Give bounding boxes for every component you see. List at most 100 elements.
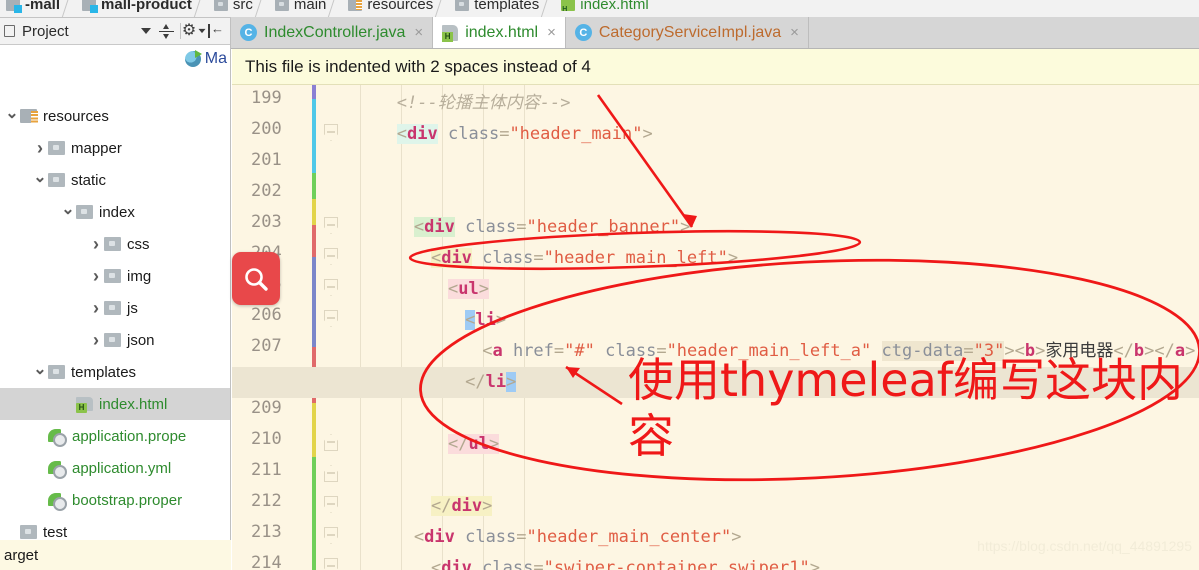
resources-folder-icon bbox=[20, 109, 38, 123]
tree-item-resources[interactable]: resources bbox=[0, 100, 230, 132]
tree-item-static[interactable]: static bbox=[0, 164, 230, 196]
code-line-210[interactable]: </ul> bbox=[448, 429, 500, 460]
folder-icon bbox=[455, 0, 470, 11]
breadcrumb-item-templates[interactable]: templates bbox=[451, 0, 543, 17]
tree-item-label: js bbox=[127, 299, 138, 317]
breadcrumb-label: mall-product bbox=[101, 0, 192, 13]
breadcrumb-separator bbox=[196, 0, 210, 17]
project-tree: resources mapper static index css img js json te… bbox=[0, 46, 230, 548]
project-toolbar: Project ⚙ bbox=[0, 18, 230, 45]
breadcrumb-separator bbox=[64, 0, 78, 17]
tree-item-application-yml[interactable]: application.yml bbox=[0, 452, 230, 484]
resources-folder-icon bbox=[348, 0, 363, 11]
project-panel: Project ⚙ Ma resourcesmapperstaticindexc… bbox=[0, 18, 231, 570]
indent-notification-bar[interactable]: This file is indented with 2 spaces inst… bbox=[232, 49, 1199, 85]
tree-item-label: templates bbox=[71, 363, 137, 381]
hide-panel-icon[interactable] bbox=[205, 21, 226, 42]
tree-item-img[interactable]: img bbox=[0, 260, 230, 292]
chevron-down-icon[interactable] bbox=[32, 170, 48, 190]
close-icon[interactable]: × bbox=[414, 25, 423, 40]
folder-icon bbox=[48, 173, 65, 187]
editor-tab-bar: C IndexController.java × index.html × C Catego… bbox=[231, 17, 1199, 49]
line-number: 207 bbox=[251, 336, 282, 356]
code-line-204[interactable]: <div class="header_main_left"> bbox=[430, 243, 738, 274]
breadcrumb-separator bbox=[330, 0, 344, 17]
line-number: 202 bbox=[251, 181, 282, 201]
chevron-right-icon[interactable] bbox=[32, 138, 48, 159]
chevron-down-icon[interactable] bbox=[135, 21, 156, 42]
tree-item-label: json bbox=[127, 331, 155, 349]
code-content[interactable]: <!--轮播主体内容--> <div class="header_main"> <d… bbox=[232, 85, 1199, 570]
chevron-right-icon[interactable] bbox=[88, 298, 104, 319]
tree-item-bootstrap-proper[interactable]: bootstrap.proper bbox=[0, 484, 230, 516]
code-line-205[interactable]: <ul> bbox=[448, 274, 490, 305]
line-number: 203 bbox=[251, 212, 282, 232]
breadcrumb-item-mall[interactable]: -mall bbox=[2, 0, 64, 17]
code-line-200[interactable]: <div class="header_main"> bbox=[396, 119, 653, 150]
code-line-199[interactable]: <!--轮播主体内容--> bbox=[397, 88, 571, 119]
folder-icon bbox=[274, 0, 289, 11]
tree-item-templates[interactable]: templates bbox=[0, 356, 230, 388]
folder-icon bbox=[104, 301, 121, 315]
project-panel-title: Project bbox=[22, 22, 69, 40]
chevron-right-icon[interactable] bbox=[88, 234, 104, 255]
code-editor[interactable]: 1992002012022032042052062072082092102112… bbox=[232, 85, 1199, 570]
close-icon[interactable]: × bbox=[547, 25, 556, 40]
code-line-212[interactable]: </div> bbox=[430, 491, 493, 522]
html-file-icon bbox=[561, 0, 576, 13]
line-number: 213 bbox=[251, 522, 282, 542]
chevron-down-icon[interactable] bbox=[32, 362, 48, 382]
code-line-203[interactable]: <div class="header_banner"> bbox=[413, 212, 690, 243]
folder-icon bbox=[213, 0, 228, 11]
collapse-all-icon[interactable] bbox=[156, 21, 177, 42]
code-line-206[interactable]: <li> bbox=[465, 305, 506, 336]
editor-gutter[interactable]: 1992002012022032042052062072082092102112… bbox=[232, 85, 338, 570]
tree-item-mapper[interactable]: mapper bbox=[0, 132, 230, 164]
chevron-down-icon[interactable] bbox=[60, 202, 76, 222]
code-line-208[interactable]: </li> bbox=[465, 367, 517, 398]
tree-item-js[interactable]: js bbox=[0, 292, 230, 324]
close-icon[interactable]: × bbox=[790, 25, 799, 40]
tree-item-index[interactable]: index bbox=[0, 196, 230, 228]
line-number: 214 bbox=[251, 553, 282, 570]
editor-tab-label: IndexController.java bbox=[264, 23, 406, 41]
breadcrumb: -mall mall-product src main resources te… bbox=[0, 0, 1199, 18]
folder-icon bbox=[104, 333, 121, 347]
tree-item-label: resources bbox=[43, 107, 109, 125]
breadcrumb-separator bbox=[543, 0, 557, 17]
tree-item-label: static bbox=[71, 171, 107, 189]
breadcrumb-item-main[interactable]: main bbox=[271, 0, 331, 17]
tree-item-label: mapper bbox=[71, 139, 122, 157]
annotation-text: 使用thymeleaf编写这块内容 bbox=[628, 353, 1183, 463]
tree-item-application-prope[interactable]: application.prope bbox=[0, 420, 230, 452]
chevron-down-icon[interactable] bbox=[4, 106, 20, 126]
editor-tab-indexcontroller-java[interactable]: C IndexController.java × bbox=[231, 17, 434, 48]
watermark: https://blog.csdn.net/qq_44891295 bbox=[977, 538, 1192, 554]
tree-item-target[interactable]: arget bbox=[0, 540, 231, 570]
chevron-right-icon[interactable] bbox=[88, 330, 104, 351]
code-line-213[interactable]: <div class="header_main_center"> bbox=[414, 522, 742, 553]
tab-bar-filler bbox=[808, 17, 1199, 48]
breadcrumb-item-index-html[interactable]: index.html bbox=[557, 0, 652, 17]
tree-item-css[interactable]: css bbox=[0, 228, 230, 260]
editor-tab-categoryserviceimpl-java[interactable]: C CategoryServiceImpl.java × bbox=[565, 17, 809, 48]
line-number: 212 bbox=[251, 491, 282, 511]
editor-tab-index-html[interactable]: index.html × bbox=[433, 17, 566, 48]
breadcrumb-item-src[interactable]: src bbox=[210, 0, 257, 17]
breadcrumb-item-mall-product[interactable]: mall-product bbox=[78, 0, 196, 17]
tree-item-index-html[interactable]: index.html bbox=[0, 388, 230, 420]
chevron-right-icon[interactable] bbox=[88, 266, 104, 287]
tree-item-label: bootstrap.proper bbox=[72, 491, 183, 509]
line-number: 200 bbox=[251, 119, 282, 139]
breadcrumb-item-resources[interactable]: resources bbox=[344, 0, 437, 17]
breadcrumb-label: main bbox=[293, 0, 327, 13]
breadcrumb-label: templates bbox=[474, 0, 540, 13]
breadcrumb-label: -mall bbox=[25, 0, 61, 13]
code-line-214[interactable]: <div class="swiper-container swiper1"> bbox=[431, 553, 820, 570]
project-window-icon bbox=[4, 25, 15, 37]
gear-icon[interactable]: ⚙ bbox=[182, 21, 206, 42]
search-icon[interactable] bbox=[232, 252, 280, 305]
breadcrumb-label: resources bbox=[367, 0, 434, 13]
tree-item-label: img bbox=[127, 267, 152, 285]
tree-item-json[interactable]: json bbox=[0, 324, 230, 356]
